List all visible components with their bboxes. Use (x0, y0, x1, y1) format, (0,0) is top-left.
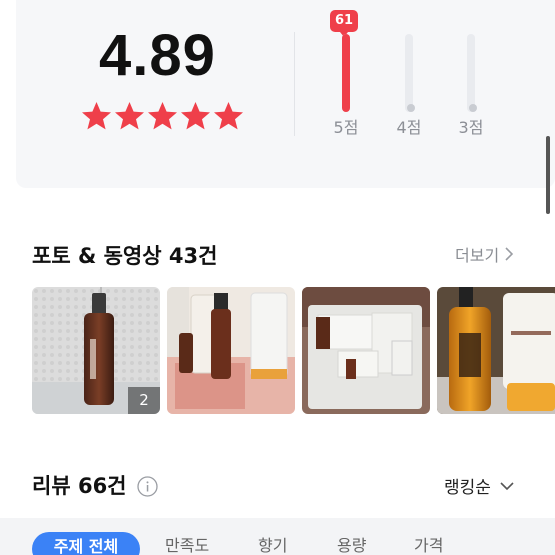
photo-count-badge: 2 (128, 387, 160, 414)
scrollbar[interactable] (546, 136, 550, 214)
filter-chip-volume[interactable]: 용량 (337, 532, 366, 555)
star-icon (115, 102, 144, 130)
filter-chip-all[interactable]: 주제 전체 (32, 532, 140, 555)
rating-bar-4[interactable]: 4점 (389, 10, 429, 137)
star-icon (82, 102, 111, 130)
rating-bar-track (405, 34, 415, 112)
rating-bar-dot (407, 104, 415, 112)
rating-bar-5[interactable]: 61 5점 (326, 10, 366, 137)
reviews-section-title: 리뷰 66건 (32, 474, 127, 498)
rating-bar-track (467, 34, 477, 112)
filter-chip-price[interactable]: 가격 (414, 532, 443, 555)
rating-bar-label: 4점 (396, 118, 422, 137)
sort-dropdown[interactable]: 랭킹순 (444, 473, 515, 498)
rating-bar-3[interactable]: 3점 (451, 10, 491, 137)
photo-thumbnail[interactable] (167, 287, 295, 414)
rating-bar-fill (342, 34, 350, 112)
sort-label: 랭킹순 (444, 478, 491, 498)
more-photos-link[interactable]: 더보기 (455, 242, 514, 266)
rating-bar-dot (469, 104, 477, 112)
photo-thumbnail[interactable] (302, 287, 430, 414)
info-icon[interactable] (137, 476, 158, 497)
star-icon (181, 102, 210, 130)
photo-thumbnail[interactable] (437, 287, 555, 414)
filter-chip-scent[interactable]: 향기 (258, 532, 287, 555)
photos-section-title: 포토 & 동영상 43건 (32, 244, 218, 268)
photo-thumbnail[interactable]: 2 (32, 287, 160, 414)
star-icon (214, 102, 243, 130)
average-score: 4.89 (99, 23, 216, 88)
rating-bar-label: 5점 (333, 118, 359, 137)
chevron-down-icon (500, 481, 514, 490)
divider (294, 32, 295, 136)
star-rating (80, 100, 245, 133)
rating-bar-label: 3점 (458, 118, 484, 137)
rating-summary-card: 4.89 61 5점 4점 3점 (16, 0, 555, 188)
more-link-label: 더보기 (455, 246, 500, 265)
filter-chip-satisfaction[interactable]: 만족도 (165, 532, 209, 555)
chevron-right-icon (505, 247, 514, 261)
rating-bar-track (342, 34, 350, 112)
star-icon (148, 102, 177, 130)
photo-strip: 2 (32, 287, 555, 414)
rating-count-badge: 61 (330, 10, 358, 37)
